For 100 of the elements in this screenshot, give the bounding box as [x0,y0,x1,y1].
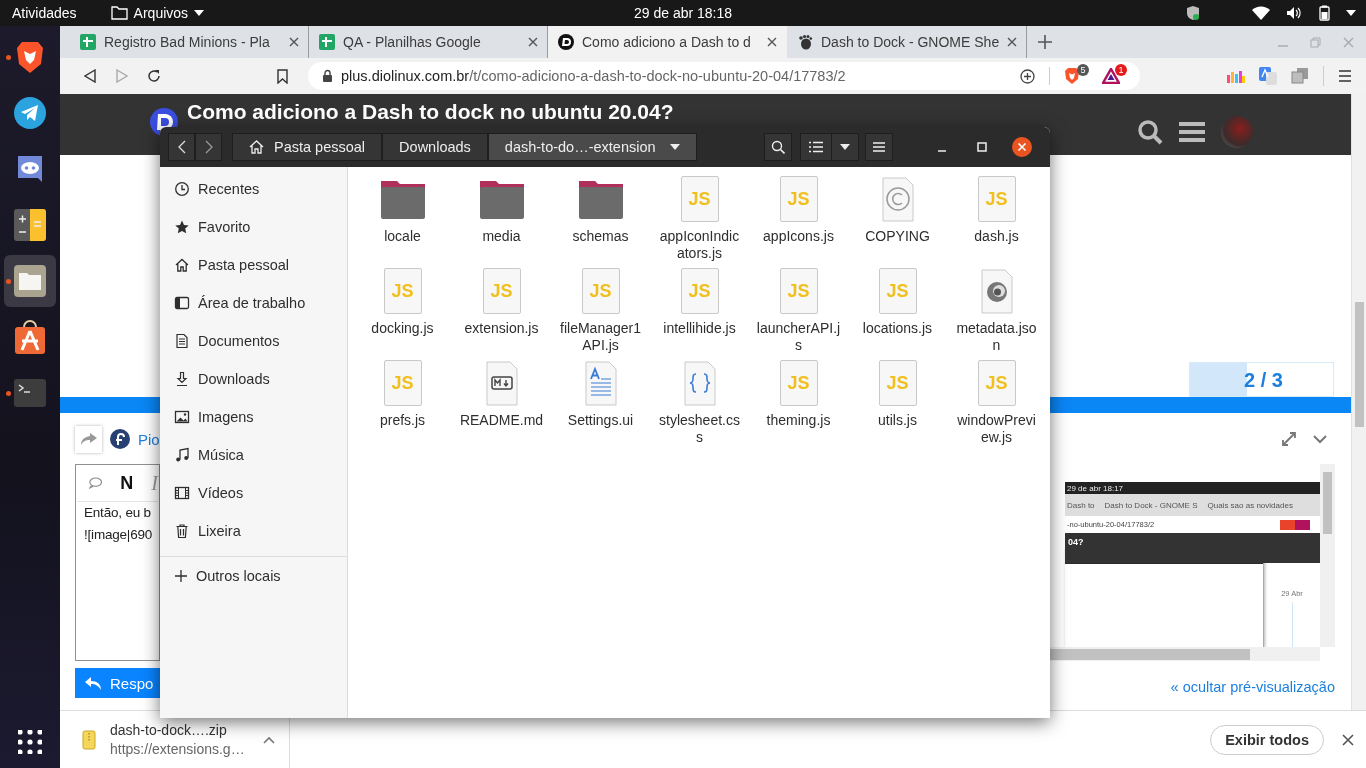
maximize-icon[interactable] [977,142,987,152]
file-name[interactable]: media [459,228,544,245]
shield-icon[interactable] [1186,5,1200,21]
bold-button[interactable]: N [120,472,134,494]
app-menu[interactable]: Arquivos [110,5,205,21]
preview-horizontal-scrollbar[interactable] [1050,647,1320,661]
caret-up-icon[interactable] [262,735,275,744]
menu-icon[interactable] [1179,121,1205,143]
sidebar-item[interactable]: Outros locais [160,557,347,595]
file-name[interactable]: metadata.json [954,320,1039,354]
file-name[interactable]: windowPreview.js [954,412,1039,446]
path-button[interactable]: dash-to-do…-extension [487,133,697,161]
file-name[interactable]: schemas [558,228,643,245]
file-name[interactable]: README.md [459,412,544,429]
menu-icon[interactable] [1338,69,1352,83]
plus-icon[interactable] [1038,35,1053,49]
chevron-right-icon [204,140,213,154]
music-icon [174,447,190,463]
translate-icon[interactable] [1259,67,1277,85]
file-name[interactable]: appIconIndicators.js [657,228,742,262]
volume-icon[interactable] [1286,6,1302,20]
search-button[interactable] [764,133,792,161]
close-icon[interactable] [1012,137,1032,157]
file-name[interactable]: appIcons.js [756,228,841,245]
file-name[interactable]: fileManager1API.js [558,320,643,354]
chevron-down-icon[interactable] [1313,434,1327,444]
sidebar-item[interactable]: Vídeos [160,474,347,512]
wifi-icon[interactable] [1252,6,1270,20]
list-view-button[interactable] [800,133,832,161]
speech-bubble-icon[interactable] [89,476,103,490]
caret-icon[interactable] [1346,10,1356,16]
browser-tab[interactable]: Como adiciono a Dash to d [548,26,787,58]
expand-icon[interactable] [1281,431,1297,447]
file-name[interactable]: docking.js [360,320,445,337]
sidebar-item[interactable]: Recentes [160,170,347,208]
film-icon [174,485,190,501]
file-name[interactable]: COPYING [855,228,940,245]
mini-tab-title: Quais sao as novidades [1207,500,1293,510]
sidebar-item[interactable]: Música [160,436,347,474]
close-icon[interactable] [1342,733,1354,746]
file-name[interactable]: stylesheet.css [657,412,742,446]
back-button[interactable] [168,133,195,161]
file-name[interactable]: utils.js [855,412,940,429]
view-options-button[interactable] [831,133,859,161]
app-grid-icon[interactable] [18,730,42,754]
file-name[interactable]: launcherAPI.js [756,320,841,354]
sidebar-item[interactable]: Lixeira [160,512,347,550]
javascript-file-icon: JS [680,176,719,222]
preview-scrollbar[interactable] [1320,464,1335,647]
menu-button[interactable] [865,133,893,161]
path-button[interactable]: Downloads [382,133,488,161]
reload-icon[interactable] [147,69,161,83]
download-file-name[interactable]: dash-to-dock….zip [110,722,245,738]
lion-extension-button[interactable]: 5 [1064,64,1094,88]
plus-circle-icon[interactable] [1020,68,1035,84]
color-bars-icon[interactable] [1227,69,1245,83]
copy-icon[interactable] [1291,68,1309,84]
paper-plane-icon [13,96,47,130]
triangle-icon [1102,68,1120,84]
javascript-file-icon: JS [779,176,818,222]
editor-text-line: Então, eu b [84,504,151,522]
page-scrollbar[interactable] [1351,94,1366,710]
folder-icon [13,264,47,298]
file-name[interactable]: locations.js [855,320,940,337]
back-icon[interactable] [84,69,96,83]
author-name[interactable]: Pio [138,430,160,448]
file-name[interactable]: prefs.js [360,412,445,429]
close-icon[interactable] [767,37,777,47]
sidebar-item[interactable]: Documentos [160,322,347,360]
address-field[interactable]: plus.diolinux.com.br/t/como-adiciono-a-dash-to-dock-no-ubuntu-20-04/17783/2 5 1 [308,62,1140,90]
show-all-button[interactable]: Exibir todos [1210,724,1324,755]
search-icon[interactable] [1137,119,1163,145]
file-name[interactable]: intellihide.js [657,320,742,337]
file-name[interactable]: Settings.ui [558,412,643,429]
file-name[interactable]: locale [360,228,445,245]
sidebar-item[interactable]: Área de trabalho [160,284,347,322]
file-name[interactable]: dash.js [954,228,1039,245]
dock-launcher[interactable] [4,255,56,307]
path-button[interactable]: Pasta pessoal [232,133,383,161]
share-button[interactable] [75,425,102,453]
lock-icon [322,69,333,83]
battery-icon[interactable] [1318,5,1330,21]
reply-button[interactable]: Respo [75,668,160,698]
sidebar-item[interactable]: Imagens [160,398,347,436]
lion-shield-icon [14,40,46,74]
file-name[interactable]: theming.js [756,412,841,429]
clock-icon [174,181,190,197]
timeline-scroller[interactable]: 2 / 3 [1189,362,1334,397]
javascript-file-icon: JS [482,268,521,314]
sidebar-item[interactable]: Favorito [160,208,347,246]
forward-button[interactable] [195,133,222,161]
file-name[interactable]: extension.js [459,320,544,337]
hide-preview-link[interactable]: « ocultar pré-visualização [1170,679,1335,695]
chevron-left-icon [177,140,186,154]
triangle-extension-button[interactable]: 1 [1102,64,1132,88]
activities-button[interactable]: Atividades [12,5,77,21]
sidebar-item[interactable]: Pasta pessoal [160,246,347,284]
clock[interactable]: 29 de abr 18:18 [633,5,733,21]
bookmark-icon[interactable] [276,68,288,84]
sidebar-item[interactable]: Downloads [160,360,347,398]
